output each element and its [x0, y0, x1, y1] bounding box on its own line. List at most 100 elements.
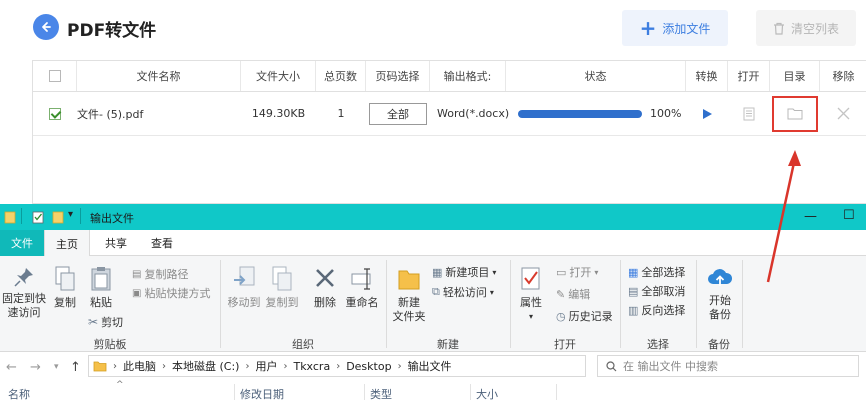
- col-size[interactable]: 大小: [476, 386, 498, 400]
- document-icon[interactable]: [743, 107, 755, 121]
- history-button[interactable]: ◷ 历史记录: [556, 308, 613, 324]
- chevron-down-icon: ▾: [492, 267, 497, 277]
- up-arrow-icon[interactable]: ↑: [70, 360, 81, 375]
- clear-list-button[interactable]: 清空列表: [756, 10, 856, 46]
- chevron-right-icon: ›: [336, 360, 341, 372]
- maximize-icon[interactable]: ☐: [843, 208, 855, 223]
- copy-path-button[interactable]: ▤ 复制路径: [132, 266, 188, 282]
- breadcrumb-item[interactable]: Desktop: [346, 360, 391, 373]
- cloud-upload-icon: [708, 269, 733, 286]
- recent-dropdown-icon[interactable]: ▾: [54, 362, 59, 372]
- tab-view[interactable]: 查看: [140, 230, 184, 256]
- quick-access-dropdown-icon[interactable]: ▾: [68, 209, 73, 220]
- breadcrumb-item[interactable]: 此电脑: [123, 358, 156, 374]
- move-to-label: 移动到: [227, 296, 261, 309]
- edit-label: 编辑: [568, 288, 591, 301]
- breadcrumb-item[interactable]: 用户: [255, 358, 277, 374]
- output-format-cell[interactable]: Word(*.docx): [430, 92, 509, 135]
- group-select-label: 选择: [647, 338, 669, 351]
- easy-access-label: 轻松访问: [442, 286, 487, 299]
- column-divider[interactable]: [234, 384, 235, 400]
- select-all-cell: [33, 61, 77, 91]
- group-clipboard-label: 剪贴板: [93, 338, 127, 351]
- column-divider[interactable]: [364, 384, 365, 400]
- back-button[interactable]: [33, 14, 59, 40]
- search-box[interactable]: 在 输出文件 中搜索: [597, 355, 859, 377]
- col-remove: 移除: [832, 70, 855, 83]
- tab-file[interactable]: 文件: [0, 230, 44, 256]
- move-to-button[interactable]: 移动到: [226, 266, 262, 310]
- properties-check-icon[interactable]: [32, 210, 44, 224]
- remove-cell: [820, 92, 866, 135]
- folder-highlight[interactable]: [772, 95, 818, 132]
- group-separator: [696, 260, 697, 348]
- open-button[interactable]: ▭ 打开 ▾: [556, 264, 598, 280]
- copy-path-label: 复制路径: [144, 268, 189, 281]
- cut-button[interactable]: ✂ 剪切: [88, 314, 123, 330]
- row-checkbox[interactable]: [49, 107, 61, 120]
- rename-button[interactable]: 重命名: [342, 266, 382, 310]
- col-convert: 转换: [686, 61, 728, 91]
- select-none-button[interactable]: ▤ 全部取消: [628, 283, 685, 299]
- group-backup-label: 备份: [708, 338, 730, 351]
- close-icon[interactable]: [837, 107, 850, 120]
- select-all-checkbox[interactable]: [48, 70, 61, 82]
- pdf-converter-app: PDF转文件 + 添加文件 清空列表 文件名称 文件大小 总页数 页码选择 输出…: [0, 0, 866, 204]
- rename-label: 重命名: [345, 296, 379, 309]
- delete-button[interactable]: 删除: [310, 266, 340, 310]
- ribbon-home: 固定到快速访问 复制 粘贴 ▤ 复制路径 ▣ 粘贴快捷方式 ✂ 剪切 剪贴板 移…: [0, 256, 866, 352]
- breadcrumb-item[interactable]: Tkxcra: [293, 360, 330, 373]
- col-file-size: 文件大小: [241, 61, 316, 91]
- arrow-left-icon: [42, 22, 51, 32]
- ribbon-tabs: 文件 主页 共享 查看: [0, 230, 866, 257]
- search-placeholder: 在 输出文件 中搜索: [623, 360, 718, 373]
- scissors-icon: ✂: [88, 315, 99, 329]
- copy-to-label: 复制到: [265, 296, 299, 309]
- chevron-right-icon: ›: [283, 360, 288, 372]
- tab-share[interactable]: 共享: [94, 230, 138, 256]
- delete-label: 删除: [314, 296, 336, 309]
- pin-quick-access-button[interactable]: 固定到快速访问: [2, 266, 46, 320]
- play-icon[interactable]: [701, 108, 713, 120]
- minimize-icon[interactable]: —: [804, 209, 817, 224]
- select-all-button[interactable]: ▦ 全部选择: [628, 264, 685, 280]
- copy-to-button[interactable]: 复制到: [264, 266, 300, 310]
- breadcrumb-item[interactable]: 本地磁盘 (C:): [172, 358, 239, 374]
- paste-shortcut-button[interactable]: ▣ 粘贴快捷方式: [132, 285, 210, 301]
- page-range-button[interactable]: 全部: [369, 102, 427, 125]
- new-folder-icon[interactable]: [52, 210, 64, 224]
- start-backup-button[interactable]: 开始 备份: [702, 266, 738, 322]
- group-separator: [510, 260, 511, 348]
- col-page-range: 页码选择: [366, 61, 430, 91]
- properties-icon: [521, 267, 540, 290]
- col-type[interactable]: 类型: [370, 386, 392, 400]
- easy-access-icon: ⧉: [432, 285, 440, 298]
- new-item-button[interactable]: ▦ 新建项目 ▾: [432, 264, 496, 280]
- paste-button[interactable]: 粘贴: [86, 266, 116, 310]
- invert-selection-button[interactable]: ▥ 反向选择: [628, 302, 685, 318]
- tab-home[interactable]: 主页: [44, 230, 90, 257]
- col-total-pages: 总页数: [316, 61, 366, 91]
- open-label: 打开: [569, 266, 592, 279]
- col-open: 打开: [728, 61, 770, 91]
- directory-cell: [770, 92, 820, 135]
- column-divider[interactable]: [556, 384, 557, 400]
- select-all-icon: ▦: [628, 265, 639, 279]
- address-box[interactable]: › 此电脑 › 本地磁盘 (C:) › 用户 › Tkxcra › Deskto…: [88, 355, 586, 377]
- copy-button[interactable]: 复制: [50, 266, 80, 310]
- easy-access-button[interactable]: ⧉ 轻松访问 ▾: [432, 284, 494, 300]
- new-folder-button[interactable]: 新建 文件夹: [390, 266, 428, 324]
- chevron-down-icon: ▾: [594, 267, 599, 277]
- add-file-button[interactable]: + 添加文件: [622, 10, 728, 46]
- col-name[interactable]: 名称: [8, 386, 30, 400]
- back-arrow-icon[interactable]: ←: [6, 360, 17, 375]
- col-modified[interactable]: 修改日期: [240, 386, 284, 400]
- forward-arrow-icon[interactable]: →: [30, 360, 41, 375]
- folder-icon: [4, 211, 16, 224]
- column-divider[interactable]: [470, 384, 471, 400]
- start-backup-label: 开始 备份: [709, 294, 731, 321]
- file-table: 文件名称 文件大小 总页数 页码选择 输出格式: 状态 转换 打开 目录 移除 …: [32, 60, 866, 204]
- breadcrumb-item[interactable]: 输出文件: [408, 358, 452, 374]
- edit-button[interactable]: ✎ 编辑: [556, 286, 590, 302]
- properties-button[interactable]: 属性 ▾: [514, 266, 548, 324]
